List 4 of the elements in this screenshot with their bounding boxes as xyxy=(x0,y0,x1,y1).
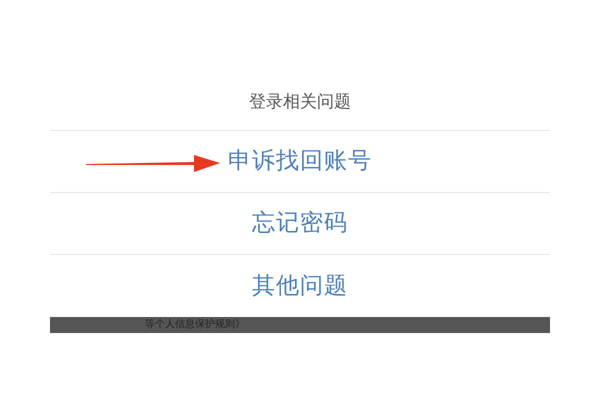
sheet-option[interactable]: 申诉找回账号 xyxy=(228,144,372,179)
sheet-option[interactable]: 其他问题 xyxy=(252,268,348,304)
sheet-option[interactable]: 忘记密码 xyxy=(252,206,348,241)
sheet-title: 登录相关问题 xyxy=(249,90,351,114)
